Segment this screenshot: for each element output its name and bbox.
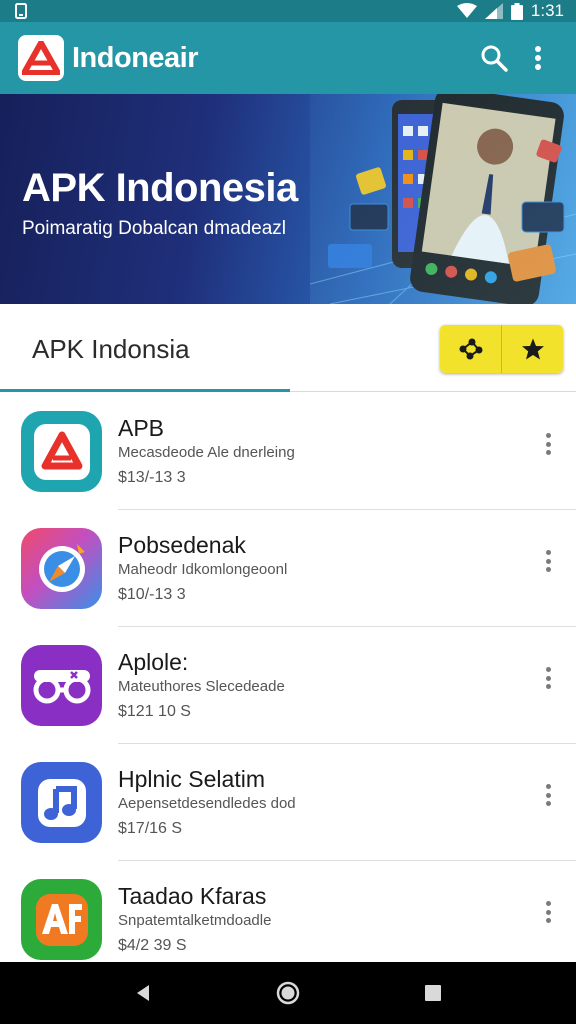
section-header: APK Indonsia bbox=[0, 304, 576, 392]
phones-illustration bbox=[310, 94, 576, 304]
item-more-button[interactable] bbox=[538, 546, 558, 576]
logo-triangle-icon bbox=[22, 41, 60, 75]
app-name: APB bbox=[118, 415, 165, 441]
af-letters-icon bbox=[35, 893, 88, 946]
app-description: Snpatemtalketmdoadle bbox=[118, 912, 272, 929]
status-right: 1:31 bbox=[456, 1, 564, 21]
star-icon bbox=[521, 338, 544, 360]
phone-notification-icon bbox=[15, 3, 27, 19]
app-name: Hplnic Selatim bbox=[118, 766, 265, 792]
list-item[interactable]: APB Mecasdeode Ale dnerleing $13/-13 3 bbox=[0, 393, 576, 510]
banner-subtitle: Poimaratig Dobalcan dmadeazl bbox=[22, 218, 287, 239]
app-bar: Indoneair bbox=[0, 22, 576, 94]
list-item[interactable]: Hplnic Selatim Aepensetdesendledes dod $… bbox=[0, 744, 576, 861]
app-icon bbox=[21, 762, 102, 843]
status-bar: 1:31 bbox=[0, 0, 576, 22]
item-more-button[interactable] bbox=[538, 780, 558, 810]
recents-square-icon bbox=[425, 985, 442, 1001]
wifi-icon bbox=[456, 3, 477, 18]
item-more-button[interactable] bbox=[538, 429, 558, 459]
music-note-icon bbox=[37, 778, 86, 827]
share-button[interactable] bbox=[440, 325, 501, 373]
app-description: Mecasdeode Ale dnerleing bbox=[118, 444, 295, 461]
home-button[interactable] bbox=[268, 973, 308, 1013]
tab-indicator bbox=[0, 389, 290, 392]
app-description: Aepensetdesendledes dod bbox=[118, 795, 296, 812]
app-description: Mateuthores Slecedeade bbox=[118, 678, 285, 695]
section-title: APK Indonsia bbox=[32, 334, 190, 364]
favorite-button[interactable] bbox=[501, 325, 563, 373]
share-network-icon bbox=[459, 338, 482, 360]
app-price: $17/16 S bbox=[118, 820, 183, 837]
app-list: APB Mecasdeode Ale dnerleing $13/-13 3 P… bbox=[0, 393, 576, 978]
app-icon bbox=[21, 645, 102, 726]
system-nav-bar bbox=[0, 962, 576, 1024]
app-name: Taadao Kfaras bbox=[118, 883, 267, 909]
item-more-button[interactable] bbox=[538, 663, 558, 693]
overflow-menu-button[interactable] bbox=[516, 36, 560, 80]
status-time: 1:31 bbox=[530, 1, 564, 20]
app-icon bbox=[21, 528, 102, 609]
list-item[interactable]: Pobsedenak Maheodr Idkomlongeoonl $10/-1… bbox=[0, 510, 576, 627]
recents-button[interactable] bbox=[413, 973, 453, 1013]
app-description: Maheodr Idkomlongeoonl bbox=[118, 561, 288, 578]
app-price: $121 10 S bbox=[118, 703, 191, 720]
app-title: Indoneair bbox=[72, 41, 199, 74]
red-triangle-icon bbox=[33, 423, 90, 480]
app-price: $10/-13 3 bbox=[118, 586, 186, 603]
back-button[interactable] bbox=[123, 973, 163, 1013]
item-more-button[interactable] bbox=[538, 897, 558, 927]
compass-icon bbox=[38, 543, 85, 592]
app-icon bbox=[21, 879, 102, 960]
banner-title: APK Indonesia bbox=[22, 166, 298, 210]
list-item[interactable]: Taadao Kfaras Snpatemtalketmdoadle $4/2 … bbox=[0, 861, 576, 978]
app-name: Pobsedenak bbox=[118, 532, 246, 558]
home-circle-icon bbox=[276, 981, 300, 1005]
app-name: Aplole: bbox=[118, 649, 189, 675]
back-triangle-icon bbox=[136, 985, 149, 1001]
action-chip-group bbox=[440, 325, 563, 373]
search-button[interactable] bbox=[472, 36, 516, 80]
status-left bbox=[14, 3, 28, 19]
more-vert-icon bbox=[535, 46, 541, 70]
promo-banner[interactable]: APK Indonesia Poimaratig Dobalcan dmadea… bbox=[0, 94, 576, 304]
app-price: $4/2 39 S bbox=[118, 937, 187, 954]
list-item[interactable]: Aplole: Mateuthores Slecedeade $121 10 S bbox=[0, 627, 576, 744]
battery-icon bbox=[510, 2, 523, 20]
search-icon bbox=[481, 45, 508, 72]
app-icon bbox=[21, 411, 102, 492]
app-logo bbox=[18, 35, 64, 81]
glasses-icon bbox=[33, 669, 90, 703]
signal-icon bbox=[484, 3, 503, 19]
app-price: $13/-13 3 bbox=[118, 469, 186, 486]
